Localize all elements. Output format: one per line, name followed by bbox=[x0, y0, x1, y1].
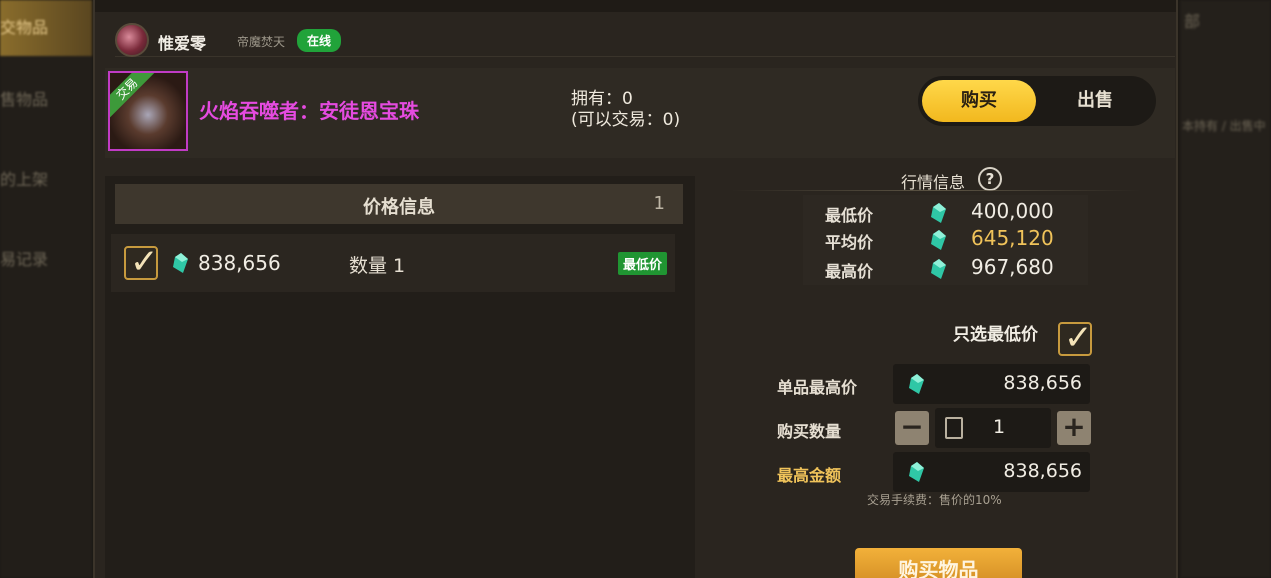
trade-screen: 交物品 售物品 的上架 易记录 部 本持有 / 出售中 惟爱零 帝魔焚天 在线 … bbox=[0, 0, 1271, 578]
buy-sell-toggle: 购买 出售 bbox=[918, 76, 1156, 126]
owned-line: 拥有：0 bbox=[571, 89, 633, 109]
seller-name[interactable]: 惟爱零 bbox=[158, 30, 206, 54]
max-total-field: 838,656 bbox=[893, 452, 1090, 492]
price-list-header: 价格信息 1 bbox=[115, 184, 683, 224]
increase-quantity-button[interactable]: + bbox=[1057, 411, 1091, 445]
trade-panel: 惟爱零 帝魔焚天 在线 交易 火焰吞噬者：安徒恩宝珠 拥有：0 (可以交易：0)… bbox=[93, 0, 1178, 578]
sidebar-tab-label: 交物品 bbox=[0, 18, 49, 37]
stat-value: 645,120 bbox=[971, 226, 1054, 250]
sidebar-tab-label: 的上架 bbox=[0, 170, 49, 189]
stat-value: 400,000 bbox=[971, 199, 1054, 223]
check-icon: ✓ bbox=[1064, 318, 1093, 358]
question-icon[interactable]: ? bbox=[978, 167, 1002, 191]
panel-top-strip bbox=[95, 0, 1176, 12]
stat-label: 平均价 bbox=[825, 233, 874, 252]
sidebar-tab-label: 售物品 bbox=[0, 90, 49, 109]
only-lowest-checkbox[interactable]: ✓ bbox=[1058, 318, 1093, 358]
decrease-quantity-button[interactable]: − bbox=[895, 411, 929, 445]
seller-bar: 惟爱零 帝魔焚天 在线 bbox=[115, 21, 1175, 57]
gem-icon bbox=[931, 259, 946, 279]
item-name: 火焰吞噬者：安徒恩宝珠 bbox=[199, 99, 419, 123]
gem-icon bbox=[931, 203, 946, 223]
online-status-badge: 在线 bbox=[297, 29, 342, 52]
sidebar-tab-sell[interactable]: 售物品 bbox=[0, 72, 92, 128]
bg-right-links: 本持有 / 出售中 bbox=[1182, 119, 1266, 133]
stat-label: 最低价 bbox=[825, 206, 874, 225]
stat-row-average: 平均价 645,120 bbox=[803, 225, 1088, 253]
price-list-count: 1 bbox=[653, 193, 665, 214]
check-icon: ✓ bbox=[130, 242, 159, 282]
calculator-icon[interactable] bbox=[945, 417, 963, 439]
buy-mode-button[interactable]: 购买 bbox=[922, 80, 1036, 122]
max-total-value: 838,656 bbox=[1003, 460, 1082, 482]
stat-row-highest: 最高价 967,680 bbox=[803, 254, 1088, 282]
bg-right-title: 部 bbox=[1184, 12, 1201, 31]
tradeable-line: (可以交易：0) bbox=[571, 110, 681, 130]
max-unit-price-label: 单品最高价 bbox=[777, 378, 858, 397]
sidebar-tab-history[interactable]: 易记录 bbox=[0, 232, 92, 288]
price-list-title: 价格信息 bbox=[363, 197, 435, 218]
only-lowest-label: 只选最低价 bbox=[953, 325, 1038, 345]
tradeable-badge: 交易 bbox=[110, 73, 158, 120]
sidebar-tab-buy[interactable]: 交物品 bbox=[0, 0, 92, 56]
sell-mode-button[interactable]: 出售 bbox=[1038, 80, 1152, 122]
list-item[interactable]: ✓ 838,656 数量 1 最低价 bbox=[111, 234, 675, 292]
entry-quantity: 数量 1 bbox=[349, 255, 406, 277]
stat-row-lowest: 最低价 400,000 bbox=[803, 198, 1088, 226]
background-right-panel: 部 本持有 / 出售中 bbox=[1180, 0, 1271, 578]
divider bbox=[731, 190, 1141, 191]
max-unit-price-field[interactable]: 838,656 bbox=[893, 364, 1090, 404]
item-icon[interactable]: 交易 bbox=[108, 71, 188, 151]
sidebar-tab-listed[interactable]: 的上架 bbox=[0, 152, 92, 208]
quantity-stepper[interactable]: 1 bbox=[935, 408, 1051, 448]
buy-item-button[interactable]: 购买物品 bbox=[855, 548, 1022, 578]
avatar[interactable] bbox=[115, 23, 149, 57]
sidebar-tab-label: 易记录 bbox=[0, 250, 49, 269]
gem-icon bbox=[931, 230, 946, 250]
gem-icon bbox=[909, 374, 924, 394]
seller-server: 帝魔焚天 bbox=[237, 35, 286, 49]
stat-value: 967,680 bbox=[971, 255, 1054, 279]
quantity-label: 购买数量 bbox=[777, 422, 842, 441]
market-stats: 最低价 400,000 平均价 645,120 最高价 967,680 bbox=[803, 195, 1088, 285]
price-list: 价格信息 1 ✓ 838,656 数量 1 最低价 bbox=[105, 176, 695, 578]
gem-icon bbox=[909, 462, 924, 482]
trade-fee-note: 交易手续费：售价的10% bbox=[867, 493, 1002, 507]
quantity-value: 1 bbox=[993, 416, 1006, 438]
entry-checkbox[interactable]: ✓ bbox=[124, 242, 159, 282]
owned-count: 拥有：0 (可以交易：0) bbox=[571, 89, 680, 131]
stat-label: 最高价 bbox=[825, 262, 874, 281]
gem-icon bbox=[173, 253, 188, 273]
max-unit-price-value: 838,656 bbox=[1003, 372, 1082, 394]
lowest-price-badge: 最低价 bbox=[617, 252, 667, 275]
entry-price: 838,656 bbox=[198, 251, 281, 275]
max-total-label: 最高金额 bbox=[777, 466, 842, 485]
background-sidebar: 交物品 售物品 的上架 易记录 bbox=[0, 0, 92, 578]
